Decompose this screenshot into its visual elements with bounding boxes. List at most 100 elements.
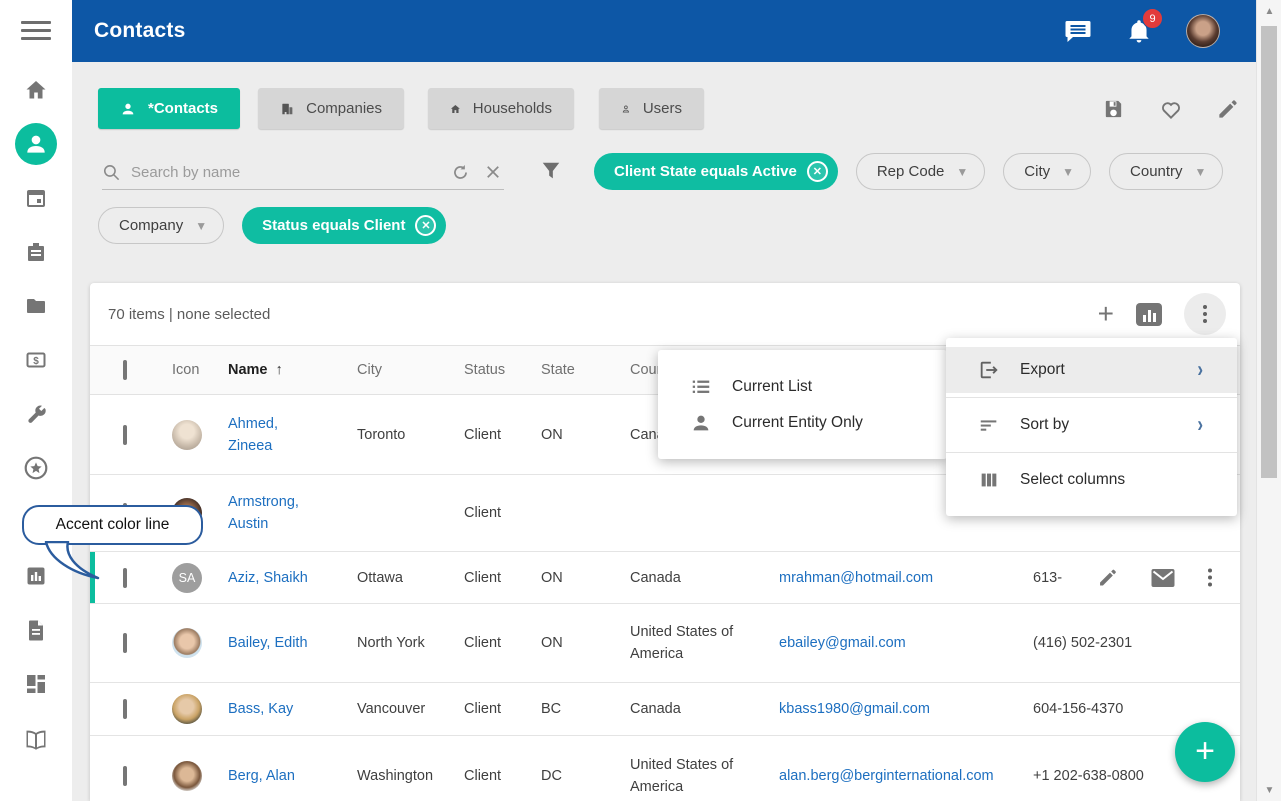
remove-filter-client-state-icon[interactable]: ✕ bbox=[807, 161, 828, 182]
row-email-envelope-icon[interactable] bbox=[1151, 568, 1175, 587]
chart-view-icon[interactable] bbox=[1136, 303, 1162, 326]
submenu-item-current-entity-only[interactable]: Current Entity Only bbox=[658, 405, 947, 441]
contact-name-link[interactable]: Aziz, Shaikh bbox=[228, 567, 357, 589]
contact-name-link[interactable]: Bass, Kay bbox=[228, 698, 357, 720]
chevron-down-icon: ▼ bbox=[1195, 165, 1207, 179]
cell-email[interactable]: mrahman@hotmail.com bbox=[779, 570, 1033, 586]
table-row[interactable]: Bass, Kay Vancouver Client BC Canada kba… bbox=[90, 683, 1240, 736]
person-icon bbox=[690, 412, 712, 434]
sidebar-item-documents[interactable] bbox=[23, 617, 49, 643]
row-checkbox[interactable] bbox=[123, 425, 127, 445]
filter-dropdown-country[interactable]: Country ▼ bbox=[1109, 153, 1223, 190]
app-window: ▲ ▼ $ bbox=[0, 0, 1281, 801]
row-edit-pencil-icon[interactable] bbox=[1097, 567, 1118, 588]
column-header-state[interactable]: State bbox=[541, 362, 630, 378]
sidebar-item-billing[interactable]: $ bbox=[23, 347, 49, 373]
contact-name-link[interactable]: Ahmed,Zineea bbox=[228, 413, 357, 457]
scrollbar-thumb[interactable] bbox=[1261, 26, 1277, 478]
contact-name-link[interactable]: Bailey, Edith bbox=[228, 632, 357, 654]
search-bar bbox=[102, 156, 504, 190]
filter-dropdown-rep-code[interactable]: Rep Code ▼ bbox=[856, 153, 985, 190]
submenu-item-current-list[interactable]: Current List bbox=[658, 369, 947, 405]
filter-dropdown-city[interactable]: City ▼ bbox=[1003, 153, 1091, 190]
row-checkbox[interactable] bbox=[123, 766, 127, 786]
sidebar-item-tasks[interactable] bbox=[23, 239, 49, 265]
favorite-heart-button[interactable] bbox=[1159, 98, 1182, 121]
page-scrollbar[interactable]: ▲ ▼ bbox=[1256, 0, 1281, 801]
chevron-right-icon: › bbox=[1197, 412, 1203, 438]
row-checkbox[interactable] bbox=[123, 568, 127, 588]
hamburger-menu-icon[interactable] bbox=[21, 21, 51, 43]
filter-dropdown-rep-code-label: Rep Code bbox=[877, 163, 945, 180]
filter-chip-client-state[interactable]: Client State equals Active ✕ bbox=[594, 153, 838, 190]
contact-name-link[interactable]: Armstrong,Austin bbox=[228, 491, 357, 535]
table-row[interactable]: SA Aziz, Shaikh Ottawa Client ON Canada … bbox=[90, 552, 1240, 604]
save-view-button[interactable] bbox=[1102, 98, 1125, 121]
add-item-icon[interactable]: + bbox=[1098, 304, 1114, 324]
row-checkbox[interactable] bbox=[123, 633, 127, 653]
add-contact-fab[interactable]: + bbox=[1175, 722, 1235, 782]
search-input[interactable] bbox=[131, 164, 451, 181]
row-more-dots-icon[interactable] bbox=[1208, 569, 1212, 587]
refresh-icon[interactable] bbox=[451, 163, 470, 182]
cell-status: Client bbox=[464, 505, 541, 521]
user-avatar[interactable] bbox=[1186, 14, 1220, 48]
notifications-bell-icon[interactable]: 9 bbox=[1126, 17, 1152, 45]
export-submenu: Current List Current Entity Only bbox=[658, 350, 947, 459]
tab-contacts[interactable]: *Contacts bbox=[98, 88, 240, 129]
clear-search-icon[interactable] bbox=[484, 163, 502, 182]
menu-item-export[interactable]: Export › bbox=[946, 347, 1237, 393]
notification-count-badge: 9 bbox=[1142, 8, 1163, 29]
cell-status: Client bbox=[464, 768, 541, 784]
row-checkbox[interactable] bbox=[123, 699, 127, 719]
sidebar-item-home[interactable] bbox=[23, 77, 49, 103]
contact-photo-avatar bbox=[172, 761, 202, 791]
filter-chip-status[interactable]: Status equals Client ✕ bbox=[242, 207, 446, 244]
column-header-name[interactable]: Name↑ bbox=[228, 362, 357, 378]
list-more-menu-button[interactable] bbox=[1184, 293, 1226, 335]
sidebar-item-contacts[interactable] bbox=[15, 123, 57, 165]
contact-name-link[interactable]: Berg, Alan bbox=[228, 765, 357, 787]
column-header-city[interactable]: City bbox=[357, 362, 464, 378]
callout-text: Accent color line bbox=[22, 505, 203, 545]
cell-city: North York bbox=[357, 635, 464, 651]
cell-state: ON bbox=[541, 635, 630, 651]
page-title: Contacts bbox=[94, 19, 185, 43]
edit-pencil-button[interactable] bbox=[1216, 98, 1239, 121]
tab-households[interactable]: Households bbox=[428, 88, 574, 129]
cell-email[interactable]: kbass1980@gmail.com bbox=[779, 701, 1033, 717]
tab-companies[interactable]: Companies bbox=[258, 88, 404, 129]
contact-photo-avatar bbox=[172, 694, 202, 724]
sidebar-item-tools[interactable] bbox=[23, 401, 49, 427]
sidebar-item-knowledge-book[interactable] bbox=[23, 727, 49, 753]
scroll-down-arrow-icon[interactable]: ▼ bbox=[1257, 779, 1281, 801]
menu-item-select-columns[interactable]: Select columns bbox=[946, 457, 1237, 503]
filter-funnel-icon[interactable] bbox=[540, 160, 562, 182]
select-all-checkbox[interactable] bbox=[123, 360, 127, 380]
sidebar-item-calendar[interactable] bbox=[23, 185, 49, 211]
table-row[interactable]: Berg, Alan Washington Client DC United S… bbox=[90, 736, 1240, 801]
cell-status: Client bbox=[464, 635, 541, 651]
menu-item-label: Select columns bbox=[1020, 471, 1125, 489]
filter-dropdown-company[interactable]: Company ▼ bbox=[98, 207, 224, 244]
table-row[interactable]: Bailey, Edith North York Client ON Unite… bbox=[90, 604, 1240, 683]
menu-item-sort-by[interactable]: Sort by › bbox=[946, 402, 1237, 448]
sidebar-item-folder[interactable] bbox=[23, 293, 49, 319]
filter-dropdown-country-label: Country bbox=[1130, 163, 1183, 180]
sidebar-item-dashboard[interactable] bbox=[23, 671, 49, 697]
cell-email[interactable]: ebailey@gmail.com bbox=[779, 635, 1033, 651]
cell-state: ON bbox=[541, 570, 630, 586]
list-summary: 70 items | none selected bbox=[108, 306, 270, 323]
remove-filter-status-icon[interactable]: ✕ bbox=[415, 215, 436, 236]
filter-chip-status-label: Status equals Client bbox=[262, 217, 405, 234]
tab-users[interactable]: Users bbox=[599, 88, 704, 129]
sort-ascending-icon: ↑ bbox=[276, 362, 283, 378]
column-header-status[interactable]: Status bbox=[464, 362, 541, 378]
chat-icon[interactable] bbox=[1064, 18, 1092, 44]
search-icon bbox=[102, 163, 121, 182]
sidebar-item-star[interactable] bbox=[23, 455, 49, 481]
scroll-up-arrow-icon[interactable]: ▲ bbox=[1257, 0, 1281, 22]
column-header-icon[interactable]: Icon bbox=[172, 362, 228, 378]
cell-email[interactable]: alan.berg@berginternational.com bbox=[779, 768, 1033, 784]
cell-city: Ottawa bbox=[357, 570, 464, 586]
